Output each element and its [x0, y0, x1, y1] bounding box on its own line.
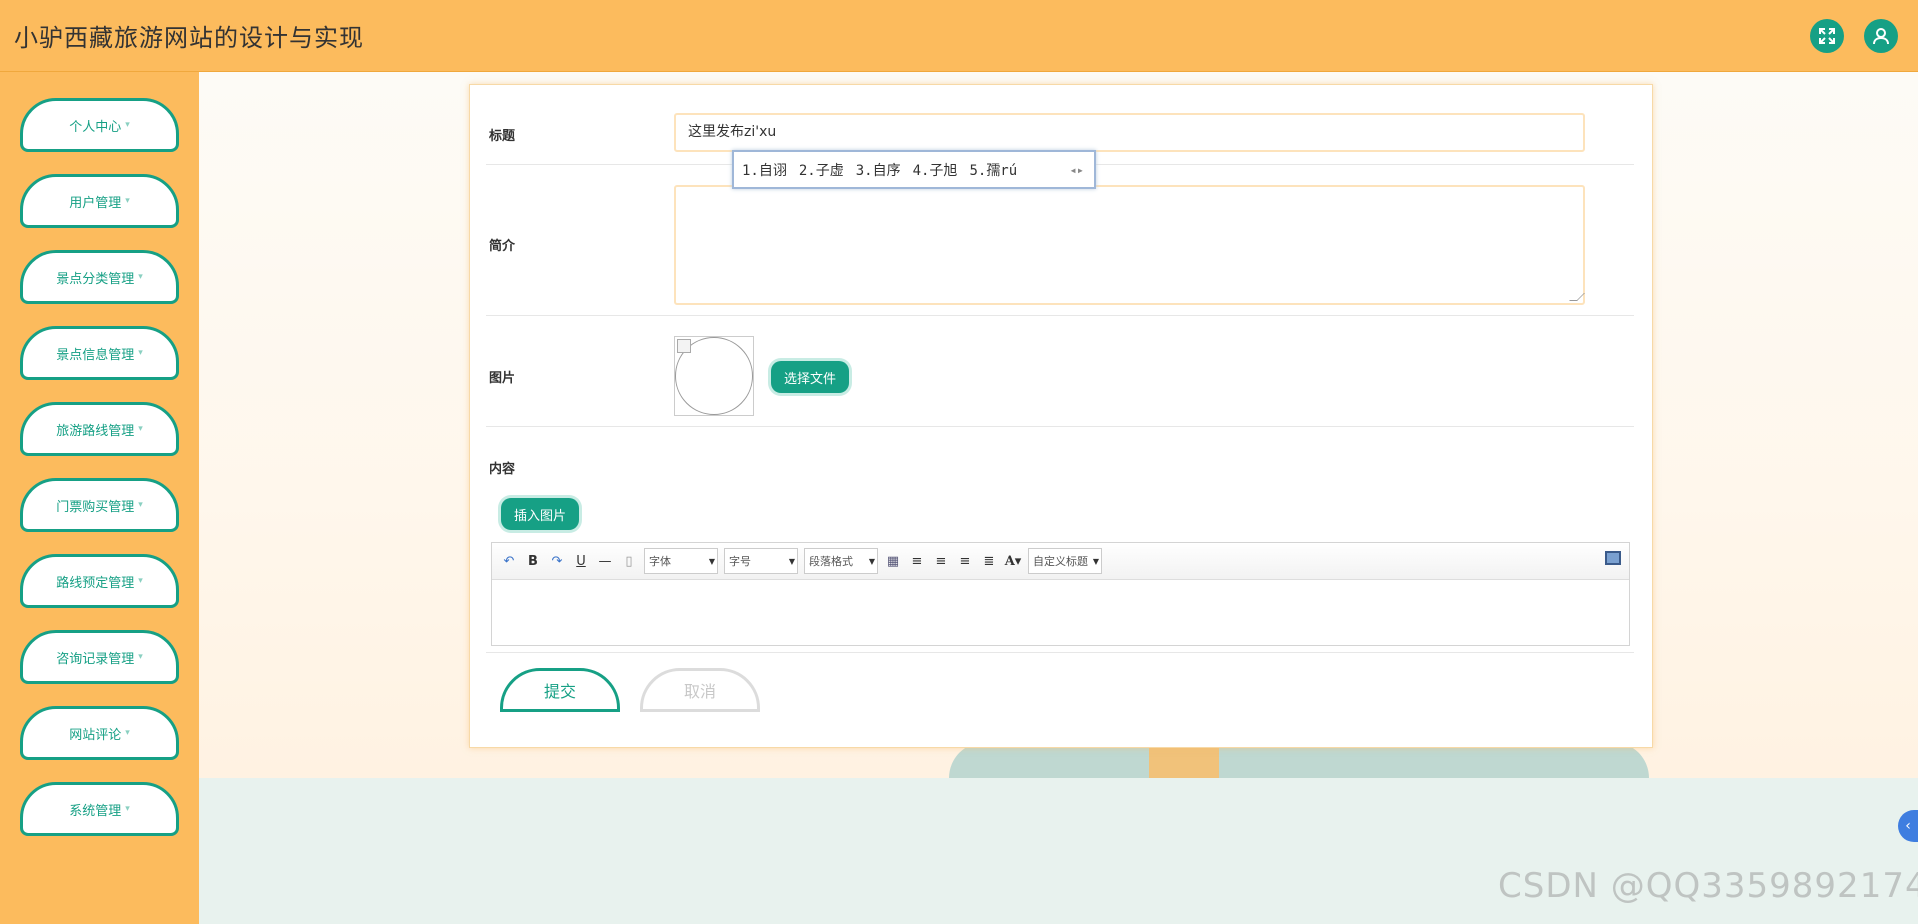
- custom-heading-select[interactable]: 自定义标题 ▼: [1028, 548, 1102, 574]
- broken-image-icon: [677, 339, 691, 353]
- title-label: 标题: [489, 129, 516, 144]
- editor-toolbar: ↶ B ↷ U — ▯ 字体 ▼ 字号 ▼ 段落格式 ▼ ▦ ≡ ≡ ≡ ≣ A▾ 自…: [492, 543, 1629, 580]
- ime-candidate[interactable]: 4.子旭: [913, 160, 958, 180]
- sidebar-item-travel-routes[interactable]: 旅游路线管理 ▾: [20, 402, 179, 456]
- paragraph-format-select[interactable]: 段落格式 ▼: [804, 548, 878, 574]
- ime-page-arrows-icon[interactable]: ◂▸: [1070, 163, 1084, 177]
- chevron-down-icon: ▾: [138, 424, 143, 434]
- font-color-icon[interactable]: A▾: [1004, 551, 1022, 571]
- bold-icon[interactable]: B: [524, 551, 542, 571]
- image-label: 图片: [489, 371, 516, 386]
- ime-candidate[interactable]: 5.孺rú: [969, 160, 1017, 180]
- ime-candidate-popup: 1.自诩 2.子虚 3.自序 4.子旭 5.孺rú ◂▸: [732, 150, 1096, 189]
- align-left-icon[interactable]: ≡: [908, 551, 926, 571]
- chevron-left-icon: ‹: [1905, 818, 1911, 834]
- new-document-icon[interactable]: ▯: [620, 551, 638, 571]
- sidebar-item-label: 路线预定管理: [56, 575, 135, 591]
- image-preview: [674, 336, 754, 416]
- horizontal-rule-icon[interactable]: —: [596, 551, 614, 571]
- font-family-value: 字体: [649, 555, 671, 568]
- editor-body[interactable]: [492, 580, 1629, 645]
- align-justify-icon[interactable]: ≣: [980, 551, 998, 571]
- image-row: 图片 选择文件: [486, 316, 1634, 427]
- chevron-down-icon: ▾: [125, 728, 130, 738]
- chevron-down-icon: ▾: [125, 196, 130, 206]
- user-profile-button[interactable]: [1864, 18, 1898, 53]
- submit-button[interactable]: 提交: [500, 668, 620, 712]
- custom-heading-value: 自定义标题: [1033, 555, 1088, 568]
- sidebar-item-ticket-purchase[interactable]: 门票购买管理 ▾: [20, 478, 179, 532]
- choose-file-button[interactable]: 选择文件: [771, 361, 849, 393]
- ime-candidate[interactable]: 1.自诩: [742, 160, 787, 180]
- app-header: 小驴西藏旅游网站的设计与实现: [0, 0, 1918, 72]
- font-size-select[interactable]: 字号 ▼: [724, 548, 798, 574]
- resize-grip-icon[interactable]: [1569, 293, 1585, 301]
- title-input[interactable]: 这里发布zi'xu: [674, 113, 1585, 152]
- sidebar-item-label: 咨询记录管理: [56, 651, 135, 667]
- chevron-down-icon: ▾: [138, 272, 143, 282]
- intro-textarea[interactable]: [674, 185, 1585, 305]
- font-size-value: 字号: [729, 555, 751, 568]
- editor-divider: [486, 652, 1634, 653]
- sidebar-item-label: 旅游路线管理: [56, 423, 135, 439]
- dropdown-arrow-icon: ▼: [868, 556, 875, 566]
- article-form: 标题 这里发布zi'xu 简介 图片 选择文件 内容 插入图片 ↶ B ↷ U …: [469, 84, 1653, 748]
- header-actions: [1810, 18, 1904, 53]
- sidebar-item-label: 景点信息管理: [56, 347, 135, 363]
- dropdown-arrow-icon: ▼: [1092, 556, 1099, 566]
- ime-candidate[interactable]: 3.自序: [856, 160, 901, 180]
- dropdown-arrow-icon: ▼: [708, 556, 715, 566]
- sidebar-item-label: 系统管理: [69, 803, 122, 819]
- sidebar-item-label: 门票购买管理: [56, 499, 135, 515]
- align-center-icon[interactable]: ≡: [956, 551, 974, 571]
- sidebar-item-route-booking[interactable]: 路线预定管理 ▾: [20, 554, 179, 608]
- ime-candidate[interactable]: 2.子虚: [799, 160, 844, 180]
- sidebar-item-user-management[interactable]: 用户管理 ▾: [20, 174, 179, 228]
- sidebar-item-inquiry-records[interactable]: 咨询记录管理 ▾: [20, 630, 179, 684]
- chevron-down-icon: ▾: [138, 348, 143, 358]
- dropdown-arrow-icon: ▼: [788, 556, 795, 566]
- sidebar-item-attraction-info[interactable]: 景点信息管理 ▾: [20, 326, 179, 380]
- undo-icon[interactable]: ↶: [500, 551, 518, 571]
- paragraph-format-value: 段落格式: [809, 555, 853, 568]
- sidebar-item-label: 景点分类管理: [56, 271, 135, 287]
- user-icon: [1873, 27, 1889, 44]
- sidebar-item-label: 网站评论: [69, 727, 122, 743]
- cancel-button[interactable]: 取消: [640, 668, 760, 712]
- underline-icon[interactable]: U: [572, 551, 590, 571]
- intro-label: 简介: [489, 239, 516, 254]
- fullscreen-editor-icon[interactable]: [1605, 551, 1621, 565]
- collapse-panel-button[interactable]: ‹: [1898, 810, 1918, 842]
- rich-text-editor: ↶ B ↷ U — ▯ 字体 ▼ 字号 ▼ 段落格式 ▼ ▦ ≡ ≡ ≡ ≣ A▾ 自…: [491, 542, 1630, 646]
- table-icon[interactable]: ▦: [884, 551, 902, 571]
- sidebar-item-site-comments[interactable]: 网站评论 ▾: [20, 706, 179, 760]
- content-label: 内容: [489, 462, 516, 477]
- chevron-down-icon: ▾: [138, 500, 143, 510]
- main-content: 标题 这里发布zi'xu 简介 图片 选择文件 内容 插入图片 ↶ B ↷ U …: [199, 72, 1918, 924]
- sidebar-item-attraction-category[interactable]: 景点分类管理 ▾: [20, 250, 179, 304]
- watermark: CSDN @QQ3359892174: [1498, 866, 1918, 906]
- sidebar-item-system-management[interactable]: 系统管理 ▾: [20, 782, 179, 836]
- chevron-down-icon: ▾: [138, 576, 143, 586]
- chevron-down-icon: ▾: [138, 652, 143, 662]
- redo-icon[interactable]: ↷: [548, 551, 566, 571]
- chevron-down-icon: ▾: [125, 120, 130, 130]
- chevron-down-icon: ▾: [125, 804, 130, 814]
- sidebar-item-personal-center[interactable]: 个人中心 ▾: [20, 98, 179, 152]
- align-right-icon[interactable]: ≡: [932, 551, 950, 571]
- app-title: 小驴西藏旅游网站的设计与实现: [14, 24, 364, 52]
- sidebar: 个人中心 ▾ 用户管理 ▾ 景点分类管理 ▾ 景点信息管理 ▾ 旅游路线管理 ▾ 门票购买…: [0, 72, 199, 924]
- fullscreen-button[interactable]: [1810, 18, 1844, 53]
- sidebar-item-label: 个人中心: [69, 119, 122, 135]
- expand-icon: [1819, 27, 1835, 44]
- sidebar-item-label: 用户管理: [69, 195, 122, 211]
- insert-image-button[interactable]: 插入图片: [501, 498, 579, 530]
- font-family-select[interactable]: 字体 ▼: [644, 548, 718, 574]
